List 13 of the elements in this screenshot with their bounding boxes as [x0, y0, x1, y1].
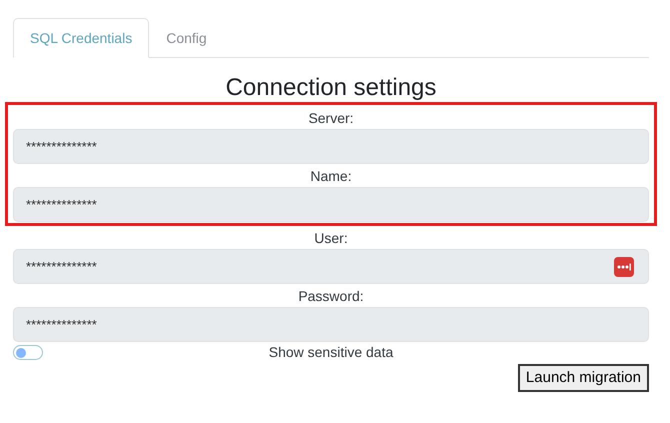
toggle-label: Show sensitive data — [268, 342, 394, 362]
field-label: Name: — [309, 167, 353, 185]
input-field[interactable]: ************** — [13, 249, 649, 284]
input-field[interactable]: ************** — [13, 129, 649, 164]
field-label: User: — [313, 229, 349, 247]
field-label: Password: — [297, 287, 365, 305]
password-manager-icon[interactable] — [614, 256, 634, 276]
input-field[interactable]: ************** — [13, 307, 649, 342]
section-heading: Connection settings — [224, 74, 438, 102]
field-label: Server: — [307, 109, 355, 127]
toggle-switch[interactable] — [13, 345, 43, 360]
input-field[interactable]: ************** — [13, 187, 649, 222]
launch-button[interactable]: Launch migration — [518, 364, 649, 392]
